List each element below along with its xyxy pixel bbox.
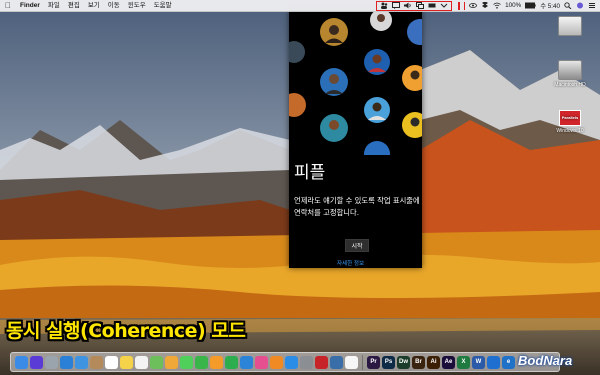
action-center-icon[interactable]: [392, 2, 401, 9]
dock-app-facetime-icon[interactable]: [195, 355, 208, 369]
dock-app-photos-icon[interactable]: [165, 355, 178, 369]
desktop-icon-label: Macintosh HD: [554, 82, 586, 88]
panel-title: 피플: [294, 163, 326, 183]
windows-tray-highlight: [376, 0, 453, 11]
people-panel: 피플 언제라도 얘기할 수 있도록 작업 표시줄에 연락처를 고정합니다. 시작…: [289, 10, 422, 268]
windows10-vm[interactable]: Parallels Windows 10: [540, 110, 600, 134]
chevron-down-icon[interactable]: [440, 2, 448, 9]
keyboard-icon[interactable]: [428, 2, 436, 9]
dock: Pr Ps Dw Br Ai Ae X We: [10, 352, 560, 372]
dock-app-mail-icon[interactable]: [75, 355, 88, 369]
dock-separator: [362, 354, 363, 370]
dropbox-icon[interactable]: [481, 1, 489, 9]
dock-app-app-store-icon[interactable]: [285, 355, 298, 369]
dock-app-messages-icon[interactable]: [180, 355, 193, 369]
avatar-grid: [289, 10, 422, 155]
dock-app-maps-icon[interactable]: [150, 355, 163, 369]
dock-app-ai-icon[interactable]: Ai: [427, 355, 440, 369]
dock-app-excel-icon[interactable]: X: [457, 355, 470, 369]
dock-app-calendar-icon[interactable]: [105, 355, 118, 369]
dock-app-dw-icon[interactable]: Dw: [397, 355, 410, 369]
parallels-indicator-icon[interactable]: [463, 1, 466, 10]
dock-app-word-icon[interactable]: W: [472, 355, 485, 369]
dock-app-clock-icon[interactable]: [345, 355, 358, 369]
dock-app-itunes-icon[interactable]: [255, 355, 268, 369]
dock-app-parallels-icon[interactable]: [315, 355, 328, 369]
menu-edit[interactable]: 편집: [64, 0, 84, 11]
wifi-icon[interactable]: [493, 2, 501, 9]
dock-app-safari-icon[interactable]: [60, 355, 73, 369]
dock-app-windows-icon[interactable]: [487, 355, 500, 369]
menu-clock[interactable]: 수 5:40: [540, 1, 560, 10]
status-area: 100% 수 5:40: [376, 0, 596, 11]
dock-app-ibooks-icon[interactable]: [270, 355, 283, 369]
macintosh-hd[interactable]: Macintosh HD: [540, 60, 600, 88]
volume-icon[interactable]: [404, 2, 412, 9]
dock-app-pr-icon[interactable]: Pr: [367, 355, 380, 369]
people-icon[interactable]: [380, 2, 388, 9]
dock-app-pages-icon[interactable]: [210, 355, 223, 369]
menu-window[interactable]: 윈도우: [124, 0, 150, 11]
dock-app-siri-icon[interactable]: [30, 355, 43, 369]
menu-view[interactable]: 보기: [84, 0, 104, 11]
drive-icon: [558, 16, 582, 36]
dock-app-contacts-icon[interactable]: [90, 355, 103, 369]
parallels-indicator-icon[interactable]: [458, 1, 460, 10]
battery-icon[interactable]: [525, 2, 536, 9]
parallels-vm-icon: Parallels: [559, 110, 581, 126]
dock-app-notes-icon[interactable]: [120, 355, 133, 369]
external-drive[interactable]: [540, 16, 600, 38]
apple-icon[interactable]: : [0, 0, 16, 11]
desktop-icon-label: Windows 10: [556, 128, 584, 134]
panel-description: 언제라도 얘기할 수 있도록 작업 표시줄에 연락처를 고정합니다.: [294, 196, 420, 217]
notification-center-icon[interactable]: [588, 2, 596, 9]
hard-drive-icon: [558, 60, 582, 80]
start-button[interactable]: 시작: [345, 239, 369, 252]
menu-bar:  Finder 파일 편집 보기 이동 윈도우 도움말: [0, 0, 600, 12]
caption-overlay: 동시 실행(Coherence) 모드: [6, 320, 246, 342]
dock-app-launchpad-icon[interactable]: [45, 355, 58, 369]
menu-help[interactable]: 도움말: [150, 0, 176, 11]
dock-app-time-machine-icon[interactable]: [330, 355, 343, 369]
menu-file[interactable]: 파일: [44, 0, 64, 11]
dock-app-finder-icon[interactable]: [15, 355, 28, 369]
siri-icon[interactable]: [576, 2, 584, 9]
more-info-link[interactable]: 자세한 정보: [337, 259, 364, 267]
eye-icon[interactable]: [469, 2, 477, 9]
menu-go[interactable]: 이동: [104, 0, 124, 11]
dock-app-reminders-icon[interactable]: [135, 355, 148, 369]
contact-avatars: [289, 10, 422, 155]
spotlight-search-icon[interactable]: [564, 2, 572, 10]
menu-finder[interactable]: Finder: [16, 0, 44, 11]
dock-app-br-icon[interactable]: Br: [412, 355, 425, 369]
dock-app-ps-icon[interactable]: Ps: [382, 355, 395, 369]
watermark-logo: BodNara: [518, 353, 573, 368]
dock-app-edge-icon[interactable]: e: [502, 355, 515, 369]
network-icon[interactable]: [416, 2, 425, 9]
dock-app-numbers-icon[interactable]: [225, 355, 238, 369]
dock-app-ae-icon[interactable]: Ae: [442, 355, 455, 369]
dock-app-keynote-icon[interactable]: [240, 355, 253, 369]
battery-percentage: 100%: [505, 2, 522, 9]
dock-app-system-preferences-icon[interactable]: [300, 355, 313, 369]
